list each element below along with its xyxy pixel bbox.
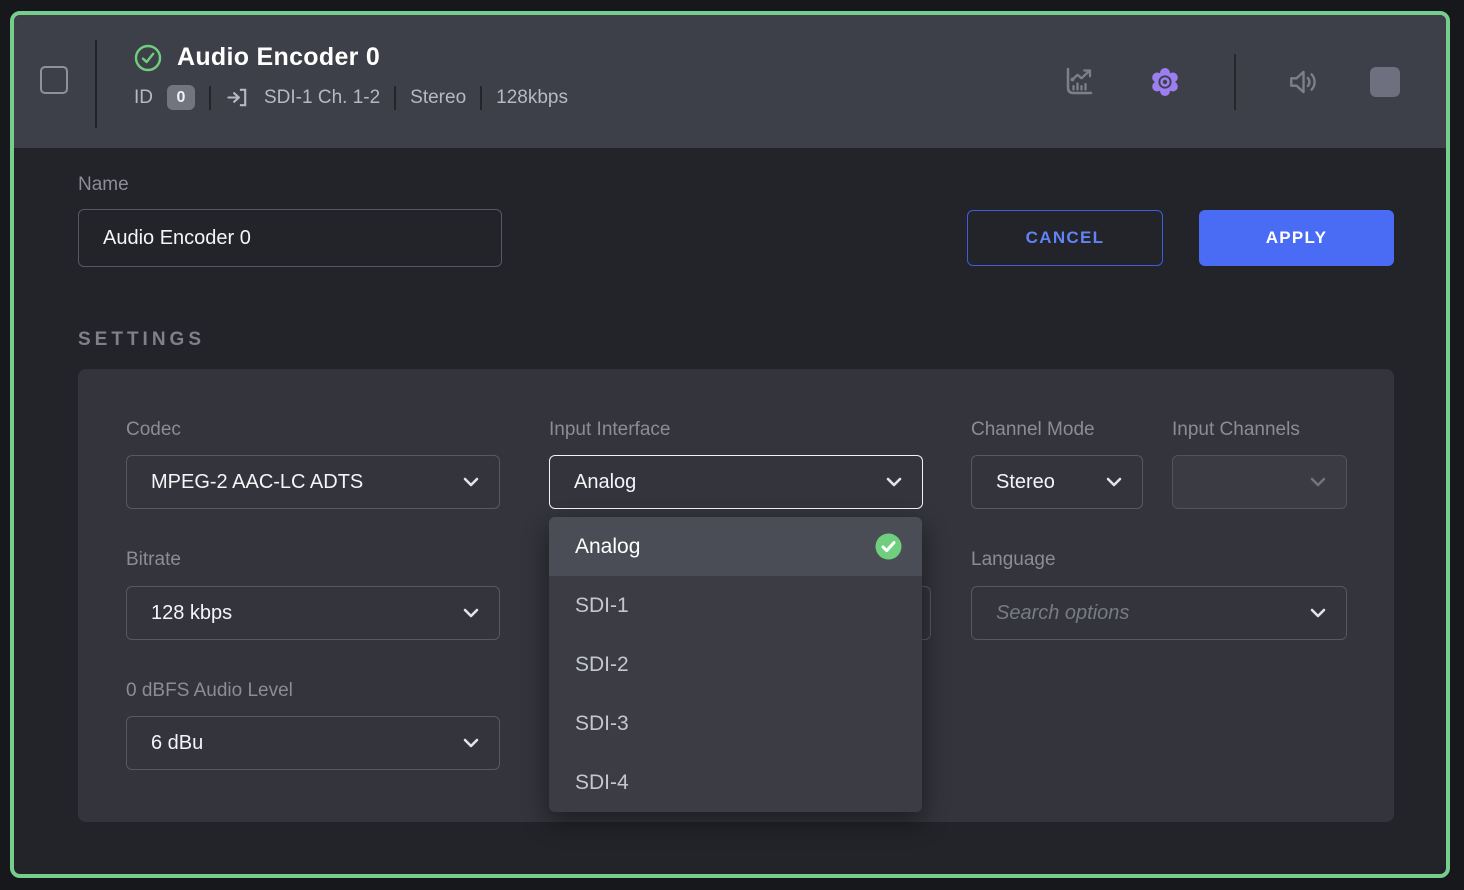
language-search-input[interactable] (972, 587, 1346, 639)
input-summary: SDI-1 Ch. 1-2 (264, 87, 380, 109)
input-channels-label: Input Channels (1172, 419, 1300, 441)
encoder-settings-button[interactable] (1147, 64, 1183, 100)
chevron-down-icon (1310, 477, 1326, 487)
chevron-down-icon (886, 477, 902, 487)
input-interface-menu: Analog SDI-1 SDI-2 SDI-3 SDI-4 (549, 517, 922, 812)
audio-monitor-button[interactable] (1287, 66, 1319, 98)
option-label: Analog (575, 535, 640, 559)
speaker-icon (1287, 66, 1319, 98)
header-divider (95, 40, 97, 128)
bitrate-label: Bitrate (126, 549, 181, 571)
id-badge: 0 (167, 85, 195, 110)
channel-mode-value: Stereo (996, 471, 1055, 494)
codec-value: MPEG-2 AAC-LC ADTS (151, 471, 363, 494)
encoder-header: Audio Encoder 0 ID 0 SDI-1 Ch. 1-2 Stere… (14, 15, 1446, 148)
input-interface-option[interactable]: SDI-4 (549, 753, 922, 812)
stats-chart-button[interactable] (1062, 66, 1096, 98)
input-interface-option[interactable]: SDI-3 (549, 694, 922, 753)
input-interface-option[interactable]: SDI-2 (549, 635, 922, 694)
option-label: SDI-2 (575, 653, 629, 677)
id-label: ID (134, 87, 153, 109)
language-combobox (971, 586, 1347, 640)
status-check-circle-icon (134, 44, 162, 72)
option-label: SDI-1 (575, 594, 629, 618)
bitrate-value: 128 kbps (151, 602, 232, 625)
name-label: Name (78, 174, 129, 196)
stop-button[interactable] (1370, 67, 1400, 97)
page-title: Audio Encoder 0 (177, 43, 380, 72)
header-actions (1062, 15, 1400, 148)
audio-encoder-card: Audio Encoder 0 ID 0 SDI-1 Ch. 1-2 Stere… (10, 11, 1450, 878)
input-interface-option[interactable]: Analog (549, 517, 922, 576)
meta-divider (209, 86, 211, 110)
input-interface-select[interactable]: Analog (549, 455, 923, 509)
input-interface-option[interactable]: SDI-1 (549, 576, 922, 635)
settings-heading: SETTINGS (78, 329, 205, 351)
codec-select[interactable]: MPEG-2 AAC-LC ADTS (126, 455, 500, 509)
bitrate-summary: 128kbps (496, 87, 568, 109)
meta-divider (480, 86, 482, 110)
chevron-down-icon (1106, 477, 1122, 487)
meta-divider (394, 86, 396, 110)
language-label: Language (971, 549, 1056, 571)
header-icons-divider (1234, 54, 1236, 110)
channel-summary: Stereo (410, 87, 466, 109)
option-label: SDI-4 (575, 771, 629, 795)
input-source-icon (225, 85, 250, 110)
input-channels-select (1172, 455, 1347, 509)
option-label: SDI-3 (575, 712, 629, 736)
encoder-select-checkbox[interactable] (40, 66, 68, 94)
gear-icon (1147, 64, 1183, 100)
chart-icon (1062, 66, 1096, 98)
chevron-down-icon (1310, 608, 1326, 618)
check-icon (875, 533, 902, 560)
name-input[interactable] (78, 209, 502, 267)
chevron-down-icon (463, 738, 479, 748)
input-interface-label: Input Interface (549, 419, 670, 441)
audio-level-value: 6 dBu (151, 732, 203, 755)
cancel-button[interactable]: CANCEL (967, 210, 1163, 266)
settings-panel: Codec Input Interface Channel Mode Input… (78, 369, 1394, 822)
stop-icon (1370, 67, 1400, 97)
encoder-meta: ID 0 SDI-1 Ch. 1-2 Stereo 128kbps (134, 85, 568, 110)
codec-label: Codec (126, 419, 181, 441)
audio-level-select[interactable]: 6 dBu (126, 716, 500, 770)
bitrate-select[interactable]: 128 kbps (126, 586, 500, 640)
channel-mode-label: Channel Mode (971, 419, 1095, 441)
header-main: Audio Encoder 0 ID 0 SDI-1 Ch. 1-2 Stere… (134, 43, 568, 110)
audio-level-label: 0 dBFS Audio Level (126, 680, 293, 702)
channel-mode-select[interactable]: Stereo (971, 455, 1143, 509)
chevron-down-icon (463, 477, 479, 487)
input-interface-value: Analog (574, 471, 636, 494)
chevron-down-icon (463, 608, 479, 618)
apply-button[interactable]: APPLY (1199, 210, 1394, 266)
